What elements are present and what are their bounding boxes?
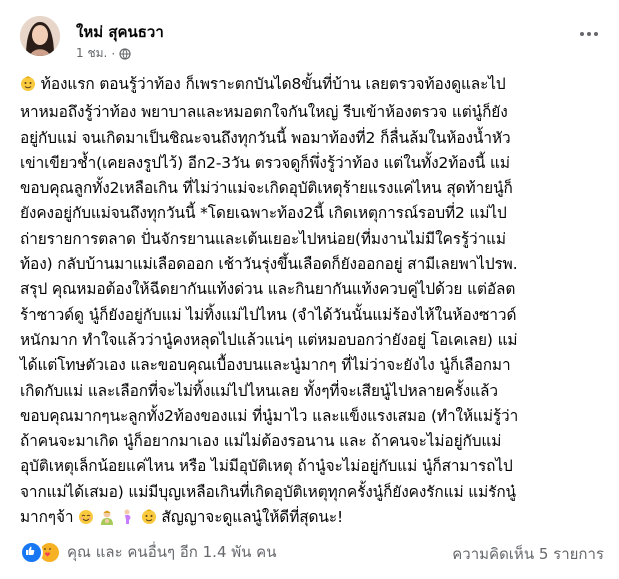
more-horizontal-icon (580, 32, 584, 36)
post-text-line: อุบัติเหตุเล็กน้อยแค่ไหน หรือ ไม่มีอุบัต… (20, 457, 513, 476)
globe-icon (119, 47, 131, 60)
post-header: ใหม่ สุคนธวา 1 ชม. · (12, 10, 607, 61)
post-text-line: เข่าเขียวช้ำ(เคยลงรูปไว้) อีก2-3วัน ตรวจ… (20, 153, 510, 172)
comments-count-link[interactable]: ความคิดเห็น 5 รายการ (452, 542, 604, 566)
author-avatar[interactable] (20, 16, 60, 56)
post-text-line: ขอบคุณลูกทั้ง2เหลือเกิน ที่ไม่ว่าแม่จะเก… (20, 179, 513, 198)
post-text-line: สรุป คุณหมอต้องให้ฉีดยากันแท้งด่วน และกิ… (20, 280, 516, 299)
post-text-line: ถ้าคนจะมาเกิด นู๋ก็อยากมาเอง แม่ไม่ต้องร… (20, 432, 502, 451)
post-text-line: ร้าซาวด์ดู นู๋ก็ยังอยู่กับแม่ ไม่ทิ้งแม่… (20, 305, 517, 324)
post-text-line: หาหมอถึงรู้ว่าท้อง พยาบาลและหมอตกใจกันให… (20, 103, 508, 122)
post-text-line: หนักมาก ทำใจแล้วว่านู๋คงหลุดไปแล้วแน่ๆ แ… (20, 330, 518, 349)
mother-with-baby-emoji (99, 508, 115, 533)
baby-face-emoji (20, 75, 36, 100)
smiling-face-emoji (78, 508, 94, 533)
post-text-line: จากแม่ได้เสมอ) แม่มีบุญเหลือเกินที่เกิดอ… (20, 482, 516, 501)
post-text: ท้องแรก ตอนรู้ว่าท้อง ก็เพราะตกบันได8ขั้… (20, 72, 610, 533)
post-text-line: ได้แต่โทษตัวเอง และขอบคุณเบื้องบนและนู๋ม… (20, 356, 511, 375)
post-text-line: ยังคงอยู่กับแม่จนถึงทุกวันนี้ *โดยเฉพาะท… (20, 204, 507, 223)
post-text-line: มากๆจ้า สัญญาจะดูแลนู๋ให้ดีที่สุดนะ! (20, 505, 610, 533)
post-text-line: ถ่ายรายการตลาด ปั่นจักรยานและเต้นเยอะไปห… (20, 229, 506, 248)
author-name[interactable]: ใหม่ สุคนธวา (76, 20, 164, 44)
post-meta: 1 ชม. · (76, 44, 131, 63)
post-text-line: ขอบคุณมากๆนะลูกทั้ง2ท้องของแม่ ที่นู๋มาไ… (20, 406, 519, 425)
pregnant-woman-emoji (120, 508, 136, 533)
post-text-line: ท้องแรก ตอนรู้ว่าท้อง ก็เพราะตกบันได8ขั้… (20, 72, 610, 100)
post-time[interactable]: 1 ชม. (76, 44, 107, 63)
baby-face-emoji (141, 508, 157, 533)
facebook-post: ใหม่ สุคนธวา 1 ชม. · ท้องแรก ตอนรู้ว่าท้… (0, 0, 619, 579)
more-options-button[interactable] (571, 22, 607, 46)
meta-separator: · (111, 46, 116, 61)
like-icon (20, 540, 43, 564)
post-text-line: เกิดกับแม่ และเลือกที่จะไม่ทิ้งแม่ไปไหนเ… (20, 381, 498, 400)
reactions-summary[interactable]: คุณ และ คนอื่นๆ อีก 1.4 พัน คน (20, 540, 276, 564)
post-footer: คุณ และ คนอื่นๆ อีก 1.4 พัน คน ความคิดเห… (20, 540, 604, 566)
reaction-summary-text[interactable]: คุณ และ คนอื่นๆ อีก 1.4 พัน คน (67, 540, 276, 564)
post-text-line: อยู่กับแม่ จนเกิดมาเป็นชิณะจนถึงทุกวันนี… (20, 128, 511, 147)
post-text-line: ท้อง) กลับบ้านมาแม่เลือดออก เช้าวันรุ่งข… (20, 255, 518, 274)
